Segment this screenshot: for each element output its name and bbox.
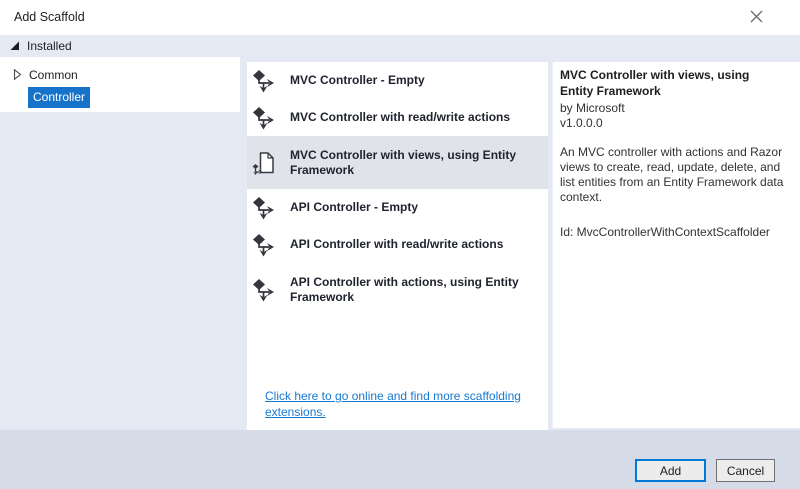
details-title: MVC Controller with views, using Entity … [560, 68, 786, 99]
tree-item-controller[interactable]: Controller [28, 87, 90, 108]
title-bar: Add Scaffold [0, 0, 800, 35]
details-author: by Microsoft [560, 101, 786, 116]
triangle-expanded-icon [10, 41, 20, 51]
scaffold-item-title: API Controller with actions, using Entit… [290, 275, 538, 305]
scaffold-item-title: MVC Controller - Empty [290, 73, 538, 88]
tree-item-common[interactable]: Common [0, 63, 240, 86]
scaffold-item-title: API Controller with read/write actions [290, 237, 538, 252]
installed-label: Installed [27, 39, 72, 53]
add-button[interactable]: Add [635, 459, 706, 482]
list-item-api-readwrite[interactable]: API Controller with read/write actions [247, 226, 548, 263]
window-title: Add Scaffold [14, 0, 85, 35]
chevron-right-icon [13, 69, 22, 80]
installed-group-header[interactable]: Installed [0, 35, 800, 57]
list-item-api-empty[interactable]: API Controller - Empty [247, 189, 548, 226]
scaffold-item-title: API Controller - Empty [290, 200, 538, 215]
flowchart-icon [252, 69, 276, 93]
flowchart-icon [252, 278, 276, 302]
flowchart-icon [252, 106, 276, 130]
flowchart-icon [252, 233, 276, 257]
list-item-mvc-views-ef[interactable]: MVC Controller with views, using Entity … [247, 136, 548, 189]
details-id: Id: MvcControllerWithContextScaffolder [560, 225, 786, 240]
scaffold-list: MVC Controller - Empty MVC Controller wi… [247, 62, 548, 430]
find-more-extensions-link[interactable]: Click here to go online and find more sc… [265, 388, 539, 420]
scaffold-item-title: MVC Controller with read/write actions [290, 110, 538, 125]
list-item-api-actions-ef[interactable]: API Controller with actions, using Entit… [247, 263, 548, 316]
list-item-mvc-readwrite[interactable]: MVC Controller with read/write actions [247, 99, 548, 136]
list-item-mvc-empty[interactable]: MVC Controller - Empty [247, 62, 548, 99]
category-tree: Common Controller [0, 57, 240, 112]
scaffold-item-title: MVC Controller with views, using Entity … [290, 148, 538, 178]
close-icon [750, 10, 763, 26]
flowchart-icon [252, 196, 276, 220]
details-panel: MVC Controller with views, using Entity … [552, 62, 800, 428]
details-description: An MVC controller with actions and Razor… [560, 145, 786, 205]
close-button[interactable] [744, 7, 768, 28]
details-version: v1.0.0.0 [560, 116, 786, 131]
cancel-button[interactable]: Cancel [716, 459, 775, 482]
add-scaffold-dialog: Add Scaffold Installed Common Controller [0, 0, 800, 489]
document-flowchart-icon [252, 151, 276, 175]
tree-item-label: Common [29, 68, 78, 82]
dialog-footer: Add Cancel [0, 430, 800, 489]
